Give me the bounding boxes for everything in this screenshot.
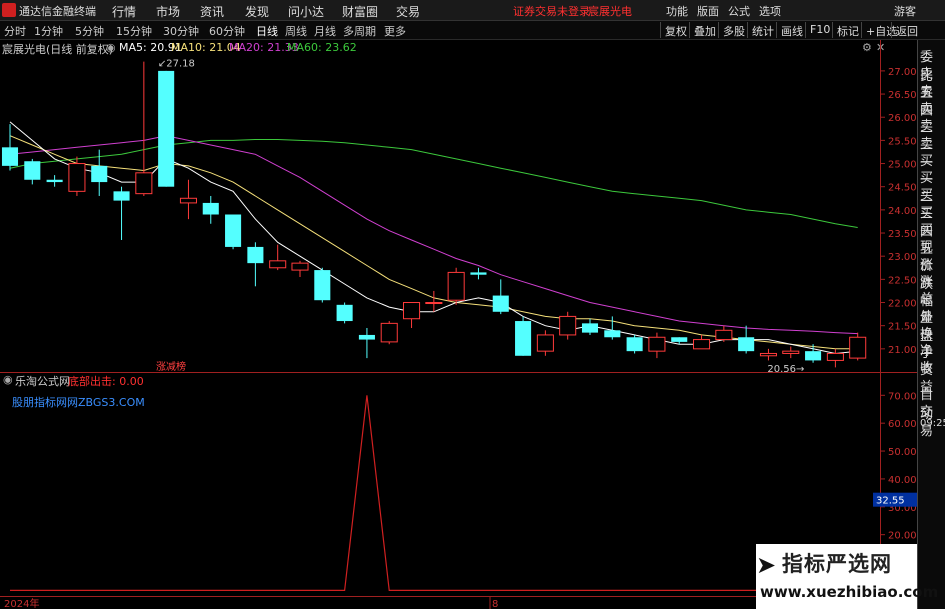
candle-body (805, 351, 822, 361)
sub-axis-label: 60.00 (888, 419, 917, 430)
candle-body (24, 161, 41, 180)
price-label: 26.50 (888, 90, 917, 101)
candle-body (648, 336, 666, 352)
candle-body (515, 321, 532, 356)
price-label: 24.50 (888, 183, 917, 194)
candle-body (492, 295, 509, 312)
line-ma10 (9, 135, 858, 350)
candle-body (559, 315, 577, 336)
sub-axis-label: 70.00 (888, 391, 917, 402)
candle-body (68, 163, 86, 192)
candle-body (1, 147, 19, 166)
price-label: 23.00 (888, 252, 917, 263)
candle-body (314, 270, 331, 301)
candle-body (91, 165, 108, 183)
kline-chart[interactable]: 27.00 26.50 26.00 25.50 25.00 24.50 24.00 23.50… (0, 0, 945, 609)
price-label: 26.00 (888, 113, 917, 124)
year-label: 2024年 (4, 597, 39, 609)
candle-body (247, 246, 264, 264)
candle-body (604, 330, 621, 338)
candle-body (380, 322, 398, 343)
arrow-icon: ➤ (756, 551, 777, 579)
sub-axis-label: 50.00 (888, 447, 917, 458)
price-label: 25.50 (888, 136, 917, 147)
sub-axis-label: 20.00 (888, 531, 917, 542)
candle-body (403, 302, 421, 320)
candle-body (336, 304, 353, 322)
candle-body (425, 302, 443, 305)
candle-body (849, 336, 867, 359)
low-price-label: 20.56→ (767, 364, 804, 375)
candle-body (158, 70, 175, 187)
side-bottom-2: 09:25 (920, 418, 945, 429)
candle-body (291, 262, 309, 271)
candle-body (113, 191, 130, 201)
candle-body (269, 260, 287, 269)
price-label: 27.00 (888, 67, 917, 78)
quote-side-panel: 委比 卖五 卖四 卖三 卖二 卖一 买一 买二 买三 买四 买五 现价 涨跌 涨幅 总量 外盘 换手 净资 收益 自动… (917, 40, 945, 609)
watermark-logo: ➤ 指标严选网 www.xuezhibiao.com (756, 544, 938, 609)
price-label: 21.00 (888, 345, 917, 356)
candle-body (738, 337, 755, 352)
tag-label: 涨减榜 (156, 360, 186, 373)
sub-axis-label: 40.00 (888, 475, 917, 486)
candle-body (626, 337, 643, 352)
candle-body (46, 179, 63, 183)
candle-body (693, 339, 711, 350)
candle-body (135, 172, 153, 195)
watermark-url: www.xuezhibiao.com (760, 583, 939, 601)
indicator-title: 乐淘公式网 (15, 375, 70, 388)
high-price-label: ↙27.18 (158, 59, 195, 70)
candle-body (202, 202, 219, 215)
candle-body (826, 352, 844, 361)
price-label: 25.00 (888, 160, 917, 171)
candle-body (671, 337, 688, 342)
price-label: 22.00 (888, 299, 917, 310)
price-label: 24.00 (888, 206, 917, 217)
candle-body (179, 197, 197, 204)
indicator-toggle-icon[interactable]: ◉ (3, 373, 13, 386)
candle-body (759, 352, 777, 357)
candle-body (782, 350, 800, 354)
candle-body (581, 323, 599, 333)
current-value-label: 32.55 (876, 496, 905, 507)
indicator-value: 底部出击: 0.00 (68, 375, 144, 388)
indicator-line (10, 395, 858, 592)
candle-body (358, 334, 375, 340)
candle-body (715, 329, 733, 341)
price-label: 21.50 (888, 322, 917, 333)
price-label: 23.50 (888, 229, 917, 240)
candle-body (536, 334, 554, 352)
candle-body (447, 271, 465, 301)
price-label: 22.50 (888, 275, 917, 286)
month-label: 8 (492, 599, 498, 609)
candle-body (470, 272, 487, 275)
line-ma5 (9, 121, 858, 355)
indicator-site-label: 股朋指标网网ZBGS3.COM (12, 396, 145, 409)
watermark-title: 指标严选网 (782, 552, 892, 576)
candle-body (225, 214, 242, 247)
